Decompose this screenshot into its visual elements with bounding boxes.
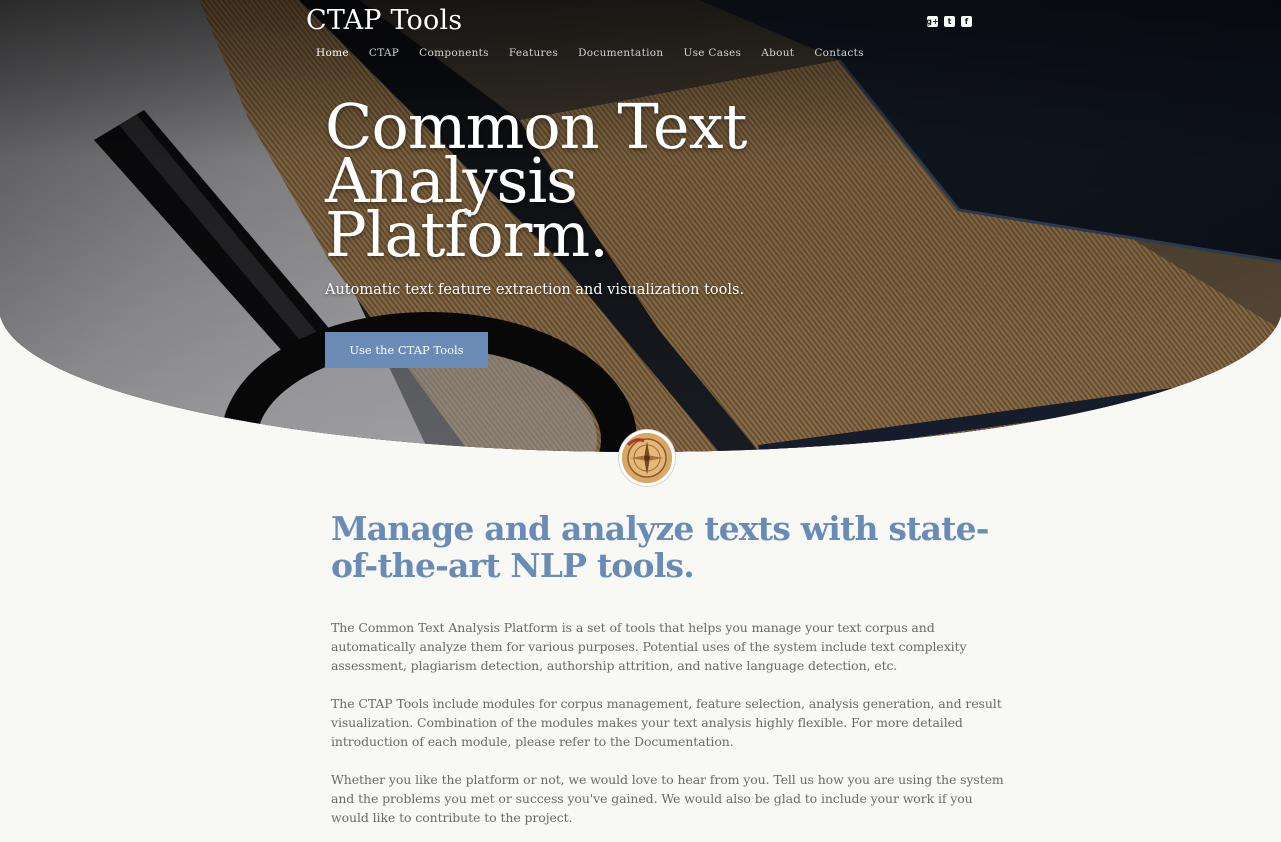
section-heading: Manage and analyze texts with state-of-t… <box>331 509 990 585</box>
nav-item-ctap[interactable]: CTAP <box>359 45 409 61</box>
facebook-icon[interactable]: f <box>961 16 972 27</box>
twitter-icon[interactable]: t <box>944 16 955 27</box>
hero-subtitle: Automatic text feature extraction and vi… <box>325 282 745 298</box>
page: CTAP Tools g+ t f Home CTAP Components F… <box>0 0 1281 842</box>
nav-item-home[interactable]: Home <box>306 45 359 61</box>
compass-avatar-icon <box>619 430 675 486</box>
nav-item-use-cases[interactable]: Use Cases <box>673 45 751 61</box>
google-plus-icon[interactable]: g+ <box>926 16 939 27</box>
social-links: g+ t f <box>926 16 972 27</box>
modules-paragraph: The CTAP Tools include modules for corpu… <box>331 696 1002 749</box>
intro-paragraph: The Common Text Analysis Platform is a s… <box>331 620 967 673</box>
site-title[interactable]: CTAP Tools <box>306 5 462 36</box>
use-ctap-tools-button[interactable]: Use the CTAP Tools <box>325 332 488 368</box>
feedback-paragraph: Whether you like the platform or not, we… <box>331 772 1004 825</box>
nav-item-documentation[interactable]: Documentation <box>568 45 673 61</box>
nav-item-about[interactable]: About <box>751 45 804 61</box>
hero-heading: Common Text Analysis Platform. <box>325 90 747 271</box>
nav-item-contacts[interactable]: Contacts <box>804 45 874 61</box>
nav-item-features[interactable]: Features <box>499 45 568 61</box>
nav-item-components[interactable]: Components <box>409 45 499 61</box>
main-nav: Home CTAP Components Features Documentat… <box>306 45 874 61</box>
